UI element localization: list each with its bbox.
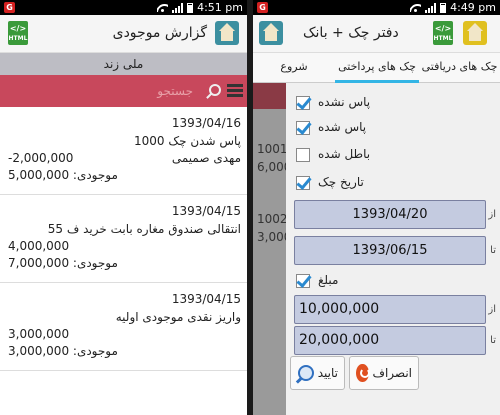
transaction-list: 1393/04/16 پاس شدن چک 1000 -2,000,000 مه… bbox=[0, 107, 247, 415]
item-amount: 4,000,000 bbox=[8, 239, 70, 253]
home-icon[interactable] bbox=[259, 21, 283, 45]
bank-icon[interactable] bbox=[463, 21, 487, 45]
amount-to-field[interactable]: 20,000,000 bbox=[294, 326, 486, 355]
checkbox-icon[interactable] bbox=[296, 148, 310, 162]
page-title: گزارش موجودی bbox=[112, 25, 207, 41]
checkbox-amount[interactable]: مبلغ bbox=[286, 269, 500, 293]
action-bar: HTML گزارش موجودی bbox=[0, 15, 247, 53]
background-value: 1002 bbox=[257, 212, 288, 226]
checkbox-check-date[interactable]: تاریخ چک bbox=[286, 171, 500, 195]
left-screen: G 4:51 pm HTML گزارش موجودی ملی زند جستج… bbox=[0, 0, 247, 415]
item-date: 1393/04/15 bbox=[171, 292, 241, 306]
balance-value: 7,000,000 bbox=[8, 256, 70, 270]
date-to-field[interactable]: 1393/06/15 bbox=[294, 236, 486, 265]
status-clock: 4:49 pm bbox=[450, 1, 496, 14]
confirm-button[interactable]: تایید bbox=[290, 356, 345, 390]
item-amount: 3,000,000 bbox=[8, 327, 70, 341]
battery-icon bbox=[440, 2, 447, 13]
to-label: تا bbox=[490, 245, 496, 256]
checkbox-passed[interactable]: پاس شده bbox=[286, 116, 500, 140]
balance-label: موجودی: bbox=[72, 344, 118, 358]
item-balance: موجودی: 5,000,000 bbox=[8, 168, 118, 182]
html-icon[interactable]: HTML bbox=[8, 21, 28, 45]
list-item[interactable]: 1393/04/16 پاس شدن چک 1000 -2,000,000 مه… bbox=[0, 107, 247, 195]
search-bar: جستجو bbox=[0, 75, 247, 107]
item-description: پاس شدن چک 1000 bbox=[134, 134, 241, 148]
status-bar: G 4:49 pm bbox=[253, 0, 500, 15]
item-description: واریز نقدی موجودی اولیه bbox=[115, 310, 241, 324]
checkbox-icon[interactable] bbox=[296, 96, 310, 110]
right-screen: G 4:49 pm HTML دفتر چک + بانک چک های دری… bbox=[253, 0, 500, 415]
item-balance: موجودی: 7,000,000 bbox=[8, 256, 118, 270]
date-from-field[interactable]: 1393/04/20 bbox=[294, 200, 486, 229]
battery-icon bbox=[187, 2, 194, 13]
to-label: تا bbox=[490, 335, 496, 346]
confirm-label: تایید bbox=[317, 366, 338, 380]
checkbox-label: پاس شده bbox=[318, 120, 367, 134]
balance-value: 3,000,000 bbox=[8, 344, 70, 358]
account-name: ملی زند bbox=[0, 53, 247, 75]
amount-from-field[interactable]: 10,000,000 bbox=[294, 295, 486, 324]
tab-bar: چک های دریافتی چک های پرداختی شروع bbox=[253, 53, 500, 83]
balance-label: موجودی: bbox=[72, 256, 118, 270]
item-name: مهدی صمیمی bbox=[171, 151, 241, 165]
checkbox-label: پاس نشده bbox=[318, 95, 371, 109]
html-icon[interactable]: HTML bbox=[433, 21, 453, 45]
signal-icon bbox=[425, 2, 437, 13]
home-icon[interactable] bbox=[215, 21, 239, 45]
page-title: دفتر چک + بانک bbox=[303, 25, 399, 41]
tab-start[interactable]: شروع bbox=[253, 53, 335, 83]
checkbox-voided[interactable]: باطل شده bbox=[286, 143, 500, 167]
status-bar: G 4:51 pm bbox=[0, 0, 247, 15]
wifi-icon bbox=[157, 3, 168, 12]
item-date: 1393/04/15 bbox=[171, 204, 241, 218]
balance-label: موجودی: bbox=[72, 168, 118, 182]
filter-dialog: پاس نشده پاس شده باطل شده تاریخ چک 1393/… bbox=[286, 83, 500, 415]
item-description: انتقالی صندوق مغاره بابت خرید ف 55 bbox=[47, 222, 241, 236]
checkbox-icon[interactable] bbox=[296, 274, 310, 288]
checkbox-label: تاریخ چک bbox=[318, 175, 364, 189]
checkbox-icon[interactable] bbox=[296, 121, 310, 135]
background-value: 1001 bbox=[257, 142, 288, 156]
list-item[interactable]: 1393/04/15 انتقالی صندوق مغاره بابت خرید… bbox=[0, 195, 247, 283]
checkbox-icon[interactable] bbox=[296, 176, 310, 190]
signal-icon bbox=[172, 2, 184, 13]
search-input[interactable]: جستجو bbox=[4, 79, 197, 103]
notification-icon: G bbox=[4, 2, 15, 13]
item-balance: موجودی: 3,000,000 bbox=[8, 344, 118, 358]
action-bar: HTML دفتر چک + بانک bbox=[253, 15, 500, 53]
from-label: از bbox=[488, 304, 496, 315]
status-clock: 4:51 pm bbox=[197, 1, 243, 14]
cancel-label: انصراف bbox=[372, 366, 412, 380]
search-icon bbox=[297, 365, 314, 381]
item-date: 1393/04/16 bbox=[171, 116, 241, 130]
power-icon bbox=[356, 364, 370, 382]
checkbox-unpassed[interactable]: پاس نشده bbox=[286, 91, 500, 115]
tab-paid-checks[interactable]: چک های پرداختی bbox=[335, 53, 419, 83]
from-label: از bbox=[488, 209, 496, 220]
notification-icon: G bbox=[257, 2, 268, 13]
wifi-icon bbox=[410, 3, 421, 12]
checkbox-label: باطل شده bbox=[318, 147, 371, 161]
cancel-button[interactable]: انصراف bbox=[349, 356, 419, 390]
search-icon[interactable] bbox=[209, 84, 221, 96]
item-amount: -2,000,000 bbox=[8, 151, 74, 165]
menu-icon[interactable] bbox=[227, 84, 243, 98]
balance-value: 5,000,000 bbox=[8, 168, 70, 182]
checkbox-label: مبلغ bbox=[318, 273, 339, 287]
list-item[interactable]: 1393/04/15 واریز نقدی موجودی اولیه 3,000… bbox=[0, 283, 247, 371]
tab-received-checks[interactable]: چک های دریافتی bbox=[419, 53, 500, 83]
